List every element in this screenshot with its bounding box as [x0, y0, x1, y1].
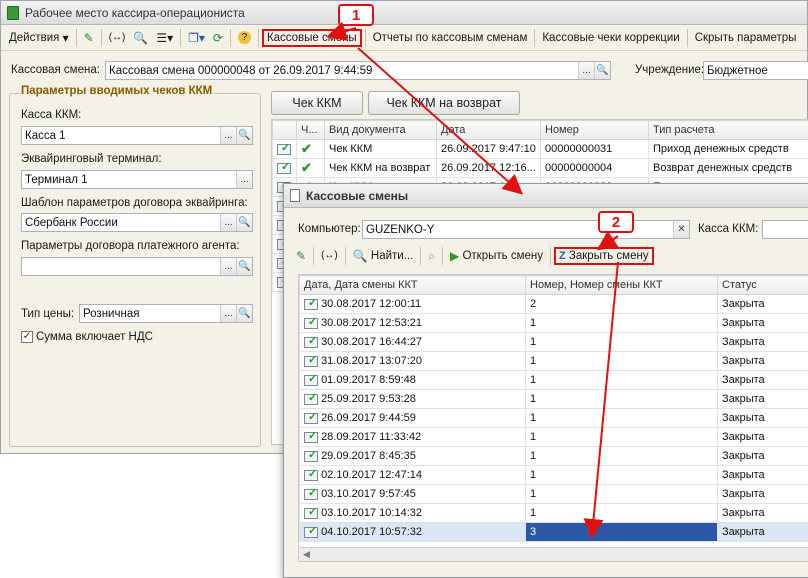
arrow-to-selected-row [583, 261, 619, 539]
arrow-to-dialog [357, 47, 523, 195]
annotation-arrows [326, 21, 619, 539]
arrow-to-close-shift [596, 230, 619, 251]
arrow-to-cash-shifts [326, 21, 357, 41]
